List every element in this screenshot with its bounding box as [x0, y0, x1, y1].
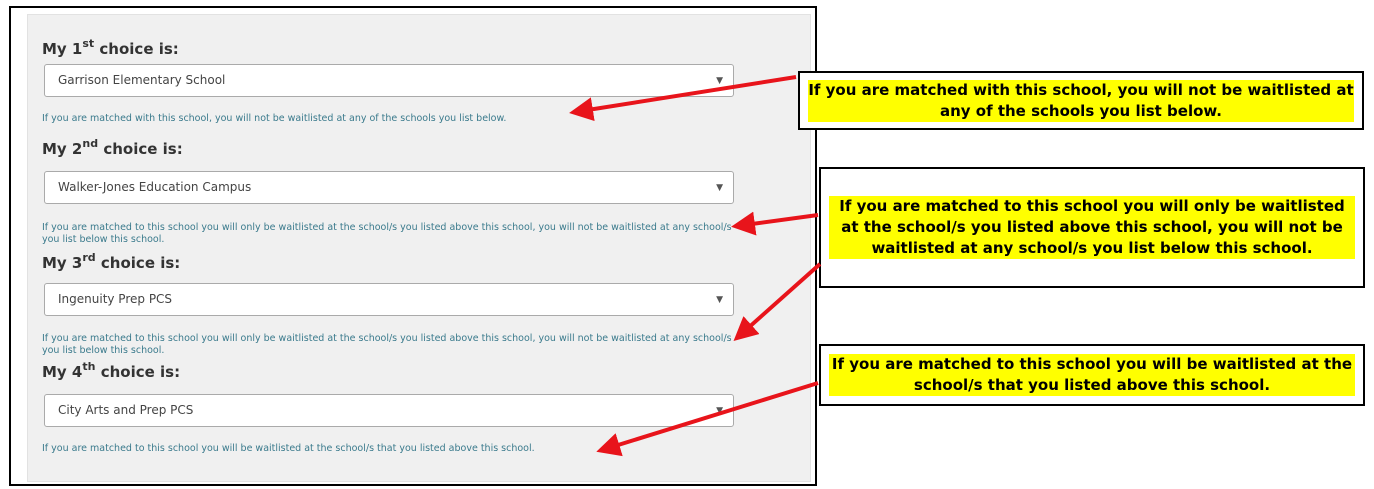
arrow-1: [569, 75, 797, 122]
annotation-arrows: [569, 75, 822, 457]
arrow-3: [733, 262, 822, 341]
arrow-2: [731, 211, 819, 236]
arrow-4: [596, 381, 819, 457]
